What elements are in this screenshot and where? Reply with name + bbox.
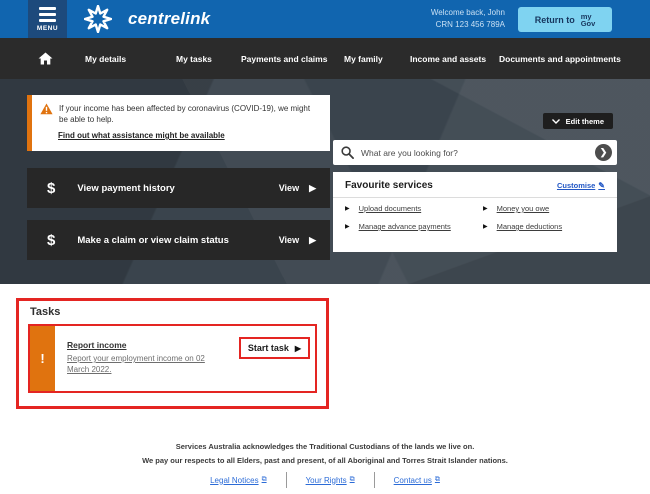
coronavirus-alert: If your income has been affected by coro… bbox=[27, 95, 330, 151]
customise-link[interactable]: Customise ✎ bbox=[557, 181, 605, 190]
centrelink-star-icon bbox=[84, 5, 112, 33]
nav-label: Documents and appointments bbox=[499, 53, 621, 64]
edit-theme-button[interactable]: Edit theme bbox=[542, 113, 613, 129]
menu-button-label: MENU bbox=[36, 24, 59, 32]
footer-link-label: Your Rights bbox=[305, 475, 347, 485]
favourite-services-title: Favourite services bbox=[345, 180, 433, 191]
fav-link-label: Upload documents bbox=[358, 204, 422, 213]
hero-section: If your income has been affected by coro… bbox=[0, 79, 650, 284]
arrow-right-icon: ▶ bbox=[345, 224, 350, 230]
arrow-right-icon: ▶ bbox=[345, 206, 350, 212]
pencil-icon: ✎ bbox=[598, 181, 605, 190]
chevron-down-icon bbox=[551, 118, 560, 124]
return-to-mygov-button[interactable]: Return to my Gov bbox=[518, 7, 612, 32]
start-task-label: Start task bbox=[247, 343, 289, 353]
nav-label: My tasks bbox=[176, 53, 212, 64]
nav-my-family[interactable]: My family bbox=[344, 38, 383, 79]
search-icon bbox=[341, 146, 354, 159]
nav-home[interactable] bbox=[38, 38, 53, 79]
make-a-claim-card[interactable]: $ Make a claim or view claim status View… bbox=[27, 220, 330, 260]
welcome-text: Welcome back, John CRN 123 456 789A bbox=[431, 7, 505, 31]
arrow-right-icon: ▶ bbox=[483, 224, 488, 230]
nav-payments-and-claims[interactable]: Payments and claims bbox=[241, 38, 327, 79]
fav-link-manage-advance-payments[interactable]: ▶ Manage advance payments bbox=[337, 222, 475, 231]
welcome-line: Welcome back, John bbox=[430, 8, 505, 17]
centrelink-logo: centrelink bbox=[84, 5, 210, 33]
footer-links: Legal Notices ⧉ Your Rights ⧉ Contact us… bbox=[0, 472, 650, 488]
favourite-services-panel: Favourite services Customise ✎ ▶ Upload … bbox=[333, 172, 617, 252]
fav-link-label: Manage advance payments bbox=[358, 222, 451, 231]
brand-name: centrelink bbox=[128, 9, 211, 28]
footer-acknowledgement-line1: Services Australia acknowledges the Trad… bbox=[175, 442, 475, 451]
crn-line: CRN 123 456 789A bbox=[435, 20, 505, 29]
contact-us-link[interactable]: Contact us ⧉ bbox=[375, 472, 459, 488]
start-task-button[interactable]: Start task ▶ bbox=[238, 337, 310, 359]
view-button-label[interactable]: View bbox=[279, 235, 299, 245]
nav-my-details[interactable]: My details bbox=[85, 38, 126, 79]
mygov-logo: my Gov bbox=[580, 12, 596, 28]
edit-theme-label: Edit theme bbox=[565, 116, 604, 126]
warning-icon bbox=[40, 103, 53, 115]
external-link-icon: ⧉ bbox=[434, 476, 440, 483]
customise-label: Customise bbox=[556, 181, 596, 190]
fav-link-upload-documents[interactable]: ▶ Upload documents bbox=[337, 204, 475, 213]
legal-notices-link[interactable]: Legal Notices ⧉ bbox=[191, 472, 285, 488]
header-bar: MENU centrelink Welcome back, John CRN 1… bbox=[0, 0, 650, 38]
report-income-task-card: ! Report income Report your employment i… bbox=[28, 324, 317, 393]
dollar-icon: $ bbox=[47, 231, 56, 249]
nav-label: My details bbox=[85, 53, 127, 64]
task-description-link[interactable]: Report your employment income on 02 Marc… bbox=[67, 353, 217, 375]
task-alert-bar: ! bbox=[30, 326, 55, 391]
menu-button[interactable]: MENU bbox=[28, 0, 67, 38]
dollar-icon: $ bbox=[47, 179, 56, 197]
search-submit-button[interactable]: ❯ bbox=[595, 144, 612, 161]
tasks-heading: Tasks bbox=[30, 306, 61, 318]
nav-my-tasks[interactable]: My tasks bbox=[176, 38, 212, 79]
footer-acknowledgement-line2: We pay our respects to all Elders, past … bbox=[142, 456, 508, 465]
card-title: View payment history bbox=[77, 182, 175, 194]
fav-link-label: Manage deductions bbox=[496, 222, 563, 231]
view-button-label[interactable]: View bbox=[279, 183, 299, 193]
return-label: Return to bbox=[534, 14, 575, 25]
your-rights-link[interactable]: Your Rights ⧉ bbox=[287, 472, 374, 488]
footer-link-label: Legal Notices bbox=[210, 475, 259, 485]
hamburger-icon bbox=[39, 6, 56, 22]
nav-label: My family bbox=[344, 53, 383, 64]
fav-link-money-you-owe[interactable]: ▶ Money you owe bbox=[475, 204, 613, 213]
external-link-icon: ⧉ bbox=[261, 476, 267, 483]
nav-documents-and-appointments[interactable]: Documents and appointments bbox=[499, 38, 621, 79]
play-arrow-icon: ▶ bbox=[309, 182, 316, 193]
report-income-link[interactable]: Report income bbox=[67, 340, 127, 350]
home-icon bbox=[38, 52, 53, 65]
fav-link-manage-deductions[interactable]: ▶ Manage deductions bbox=[475, 222, 613, 231]
arrow-right-icon: ▶ bbox=[483, 206, 488, 212]
play-arrow-icon: ▶ bbox=[294, 343, 301, 353]
view-payment-history-card[interactable]: $ View payment history View ▶ bbox=[27, 168, 330, 208]
play-arrow-icon: ▶ bbox=[309, 234, 316, 245]
alert-text: If your income has been affected by coro… bbox=[59, 104, 311, 124]
nav-label: Payments and claims bbox=[241, 53, 328, 64]
external-link-icon: ⧉ bbox=[349, 476, 355, 483]
exclamation-icon: ! bbox=[40, 351, 45, 366]
main-nav: My details My tasks Payments and claims … bbox=[0, 38, 650, 79]
mygov-logo-bottom: Gov bbox=[580, 18, 596, 28]
footer-link-label: Contact us bbox=[393, 475, 432, 485]
fav-link-label: Money you owe bbox=[496, 204, 550, 213]
alert-assistance-link[interactable]: Find out what assistance might be availa… bbox=[58, 131, 225, 140]
card-title: Make a claim or view claim status bbox=[77, 234, 229, 246]
tasks-section-highlight: Tasks ! Report income Report your employ… bbox=[16, 298, 329, 409]
nav-label: Income and assets bbox=[410, 53, 487, 64]
nav-income-and-assets[interactable]: Income and assets bbox=[410, 38, 486, 79]
search-bar: ❯ bbox=[333, 140, 617, 165]
search-input[interactable] bbox=[361, 147, 588, 158]
